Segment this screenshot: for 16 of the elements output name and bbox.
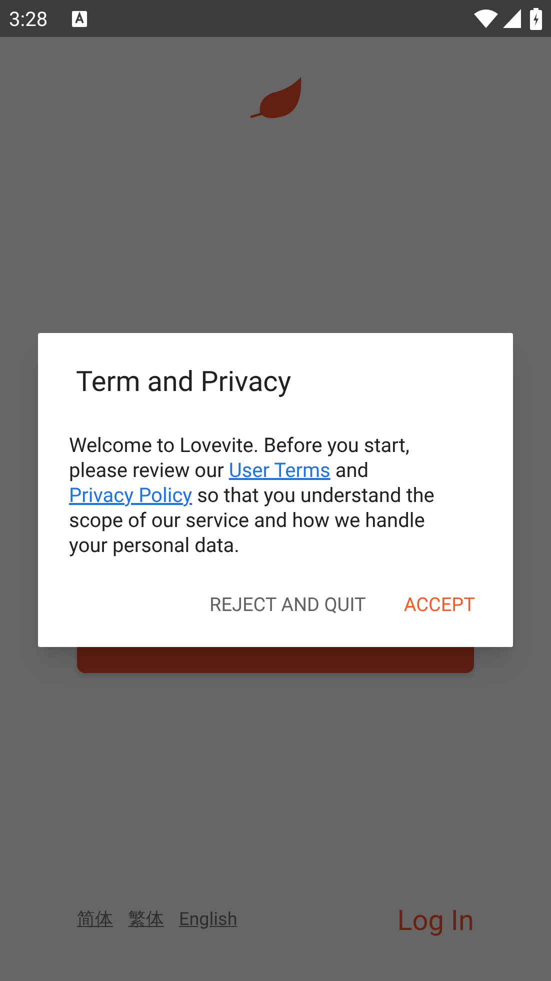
dialog-message: Welcome to Lovevite. Before you start, please review our User Terms and Privacy Policy so that you understand the scope of our service and how we handle your personal data. <box>68 432 436 558</box>
terms-link[interactable]: Privacy Policy <box>69 483 192 507</box>
dialog-button[interactable]: ACCEPT <box>404 590 475 619</box>
battery-icon <box>530 8 542 30</box>
leaf-logo-icon <box>250 77 302 119</box>
terms-link[interactable]: User Terms <box>228 458 330 482</box>
language-link[interactable]: 繁体 <box>128 906 164 933</box>
dialog-button[interactable]: REJECT AND QUIT <box>210 590 366 619</box>
language-link[interactable]: English <box>179 906 238 933</box>
keyboard-notification-icon <box>72 10 87 26</box>
language-link[interactable]: 简体 <box>77 906 113 933</box>
login-button[interactable]: Log In <box>397 907 474 935</box>
dialog-title: Term and Privacy <box>75 364 292 399</box>
status-time: 3:28 <box>9 6 48 32</box>
signal-icon <box>503 9 521 28</box>
wifi-icon <box>474 8 498 28</box>
